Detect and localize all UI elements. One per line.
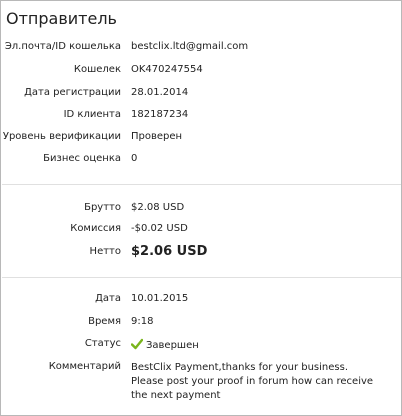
- sender-section-title: Отправитель: [6, 9, 117, 28]
- wallet-value: OK470247554: [131, 64, 203, 75]
- gross-label: Брутто: [84, 202, 121, 213]
- verification-row: Уровень верификации Проверен: [1, 131, 401, 151]
- transaction-details-panel: Отправитель Эл.почта/ID кошелька bestcli…: [0, 0, 402, 416]
- verification-value: Проверен: [131, 131, 183, 142]
- gross-row: Брутто $2.08 USD: [1, 202, 401, 222]
- comment-line: Please post your proof in forum how can …: [131, 376, 374, 387]
- fee-value: -$0.02 USD: [131, 223, 188, 234]
- comment-label: Комментарий: [48, 361, 121, 372]
- business-rating-label: Бизнес оценка: [43, 153, 121, 164]
- client-id-row: ID клиента 182187234: [1, 109, 401, 129]
- time-row: Время 9:18: [1, 316, 401, 336]
- comment-text: BestClix Payment,thanks for your busines…: [131, 361, 391, 403]
- verification-label: Уровень верификации: [2, 131, 121, 142]
- gross-value: $2.08 USD: [131, 202, 185, 213]
- time-label: Время: [88, 316, 121, 327]
- wallet-row: Кошелек OK470247554: [1, 64, 401, 84]
- registration-date-label: Дата регистрации: [24, 87, 121, 98]
- status-value: Завершен: [146, 340, 199, 351]
- client-id-value: 182187234: [131, 109, 189, 120]
- net-label: Нетто: [89, 246, 121, 257]
- fee-label: Комиссия: [70, 223, 121, 234]
- checkmark-icon: [131, 338, 143, 350]
- registration-date-row: Дата регистрации 28.01.2014: [1, 87, 401, 107]
- comment-row: Комментарий BestClix Payment,thanks for …: [1, 361, 401, 405]
- business-rating-value: 0: [131, 153, 138, 164]
- net-row: Нетто $2.06 USD: [1, 244, 401, 266]
- comment-line: BestClix Payment,thanks for your busines…: [131, 362, 348, 373]
- section-divider: [2, 184, 401, 185]
- sender-email-row: Эл.почта/ID кошелька bestclix.ltd@gmail.…: [1, 41, 401, 61]
- status-row: Статус Завершен: [1, 338, 401, 358]
- wallet-label: Кошелек: [73, 64, 121, 75]
- time-value: 9:18: [131, 316, 154, 327]
- email-value: bestclix.ltd@gmail.com: [131, 41, 249, 52]
- date-label: Дата: [95, 293, 121, 304]
- status-label: Статус: [84, 338, 121, 349]
- registration-date-value: 28.01.2014: [131, 87, 189, 98]
- date-row: Дата 10.01.2015: [1, 293, 401, 313]
- net-value: $2.06 USD: [131, 244, 208, 259]
- client-id-label: ID клиента: [63, 109, 121, 120]
- business-rating-row: Бизнес оценка 0: [1, 153, 401, 173]
- date-value: 10.01.2015: [131, 293, 189, 304]
- email-label: Эл.почта/ID кошелька: [4, 41, 121, 52]
- fee-row: Комиссия -$0.02 USD: [1, 223, 401, 243]
- section-divider: [2, 277, 401, 278]
- comment-line: the next payment: [131, 390, 221, 401]
- status-value-wrap: Завершен: [131, 338, 199, 351]
